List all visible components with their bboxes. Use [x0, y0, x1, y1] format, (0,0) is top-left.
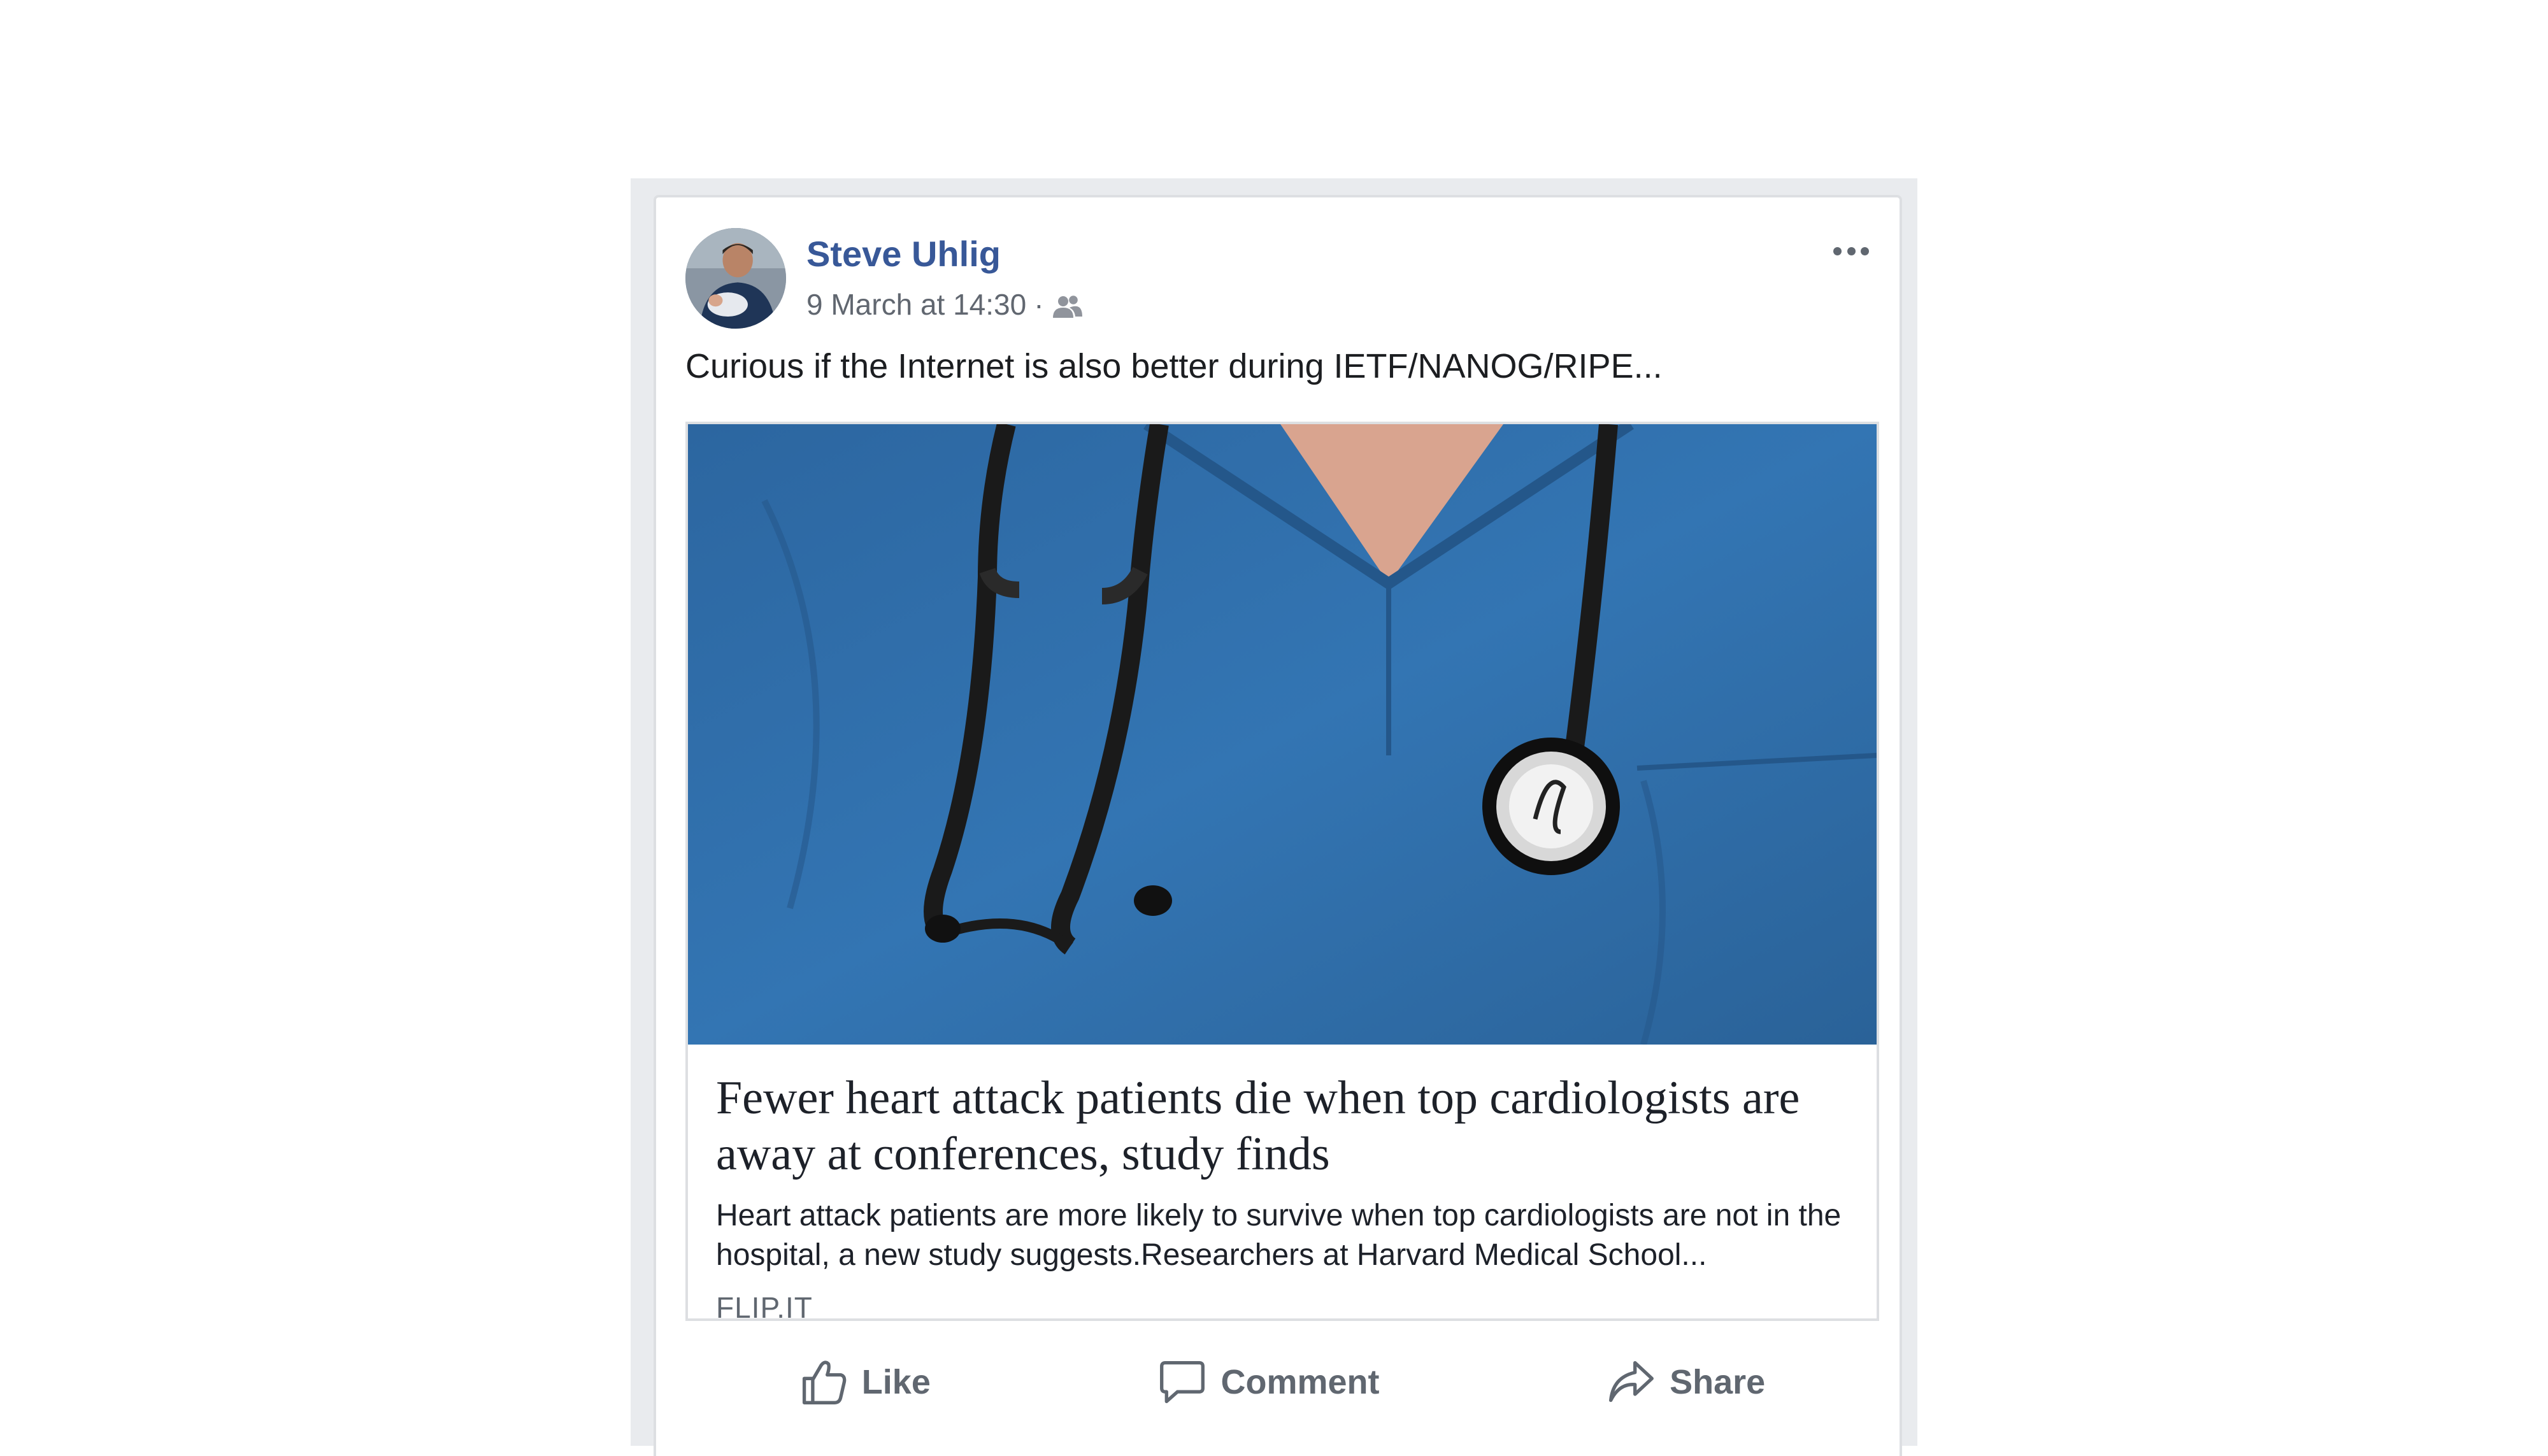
link-title[interactable]: Fewer heart attack patients die when top… [716, 1070, 1849, 1182]
link-description: Heart attack patients are more likely to… [716, 1199, 1842, 1272]
link-preview-body[interactable]: Fewer heart attack patients die when top… [688, 1045, 1877, 1321]
share-button[interactable]: Share [1588, 1358, 1784, 1406]
author-name-link[interactable]: Steve Uhlig [806, 233, 1001, 275]
more-dot [1833, 246, 1842, 255]
like-icon [802, 1360, 847, 1404]
post-card: Steve Uhlig 9 March at 14:30 · Curious i… [654, 195, 1902, 1456]
post-text: Curious if the Internet is also better d… [685, 347, 1663, 385]
more-dot [1847, 246, 1856, 255]
share-icon [1609, 1360, 1654, 1402]
post-timestamp[interactable]: 9 March at 14:30 [806, 287, 1026, 322]
link-preview-image[interactable] [688, 424, 1877, 1045]
comment-button[interactable]: Comment [1139, 1358, 1398, 1406]
author-avatar[interactable] [685, 228, 786, 329]
comment-icon [1160, 1360, 1205, 1404]
post-meta: 9 March at 14:30 · [806, 285, 1084, 324]
friends-icon[interactable] [1052, 292, 1084, 318]
more-options-icon[interactable] [1826, 238, 1877, 264]
comment-label: Comment [1220, 1363, 1380, 1401]
link-domain: FLIP.IT [716, 1291, 813, 1321]
link-preview-card[interactable]: Fewer heart attack patients die when top… [685, 422, 1879, 1321]
like-label: Like [861, 1363, 931, 1401]
like-button[interactable]: Like [780, 1358, 950, 1406]
meta-separator: · [1034, 288, 1044, 321]
share-label: Share [1670, 1363, 1766, 1401]
more-dot [1861, 246, 1869, 255]
post-actions: Like Comment Share [685, 1344, 1879, 1420]
